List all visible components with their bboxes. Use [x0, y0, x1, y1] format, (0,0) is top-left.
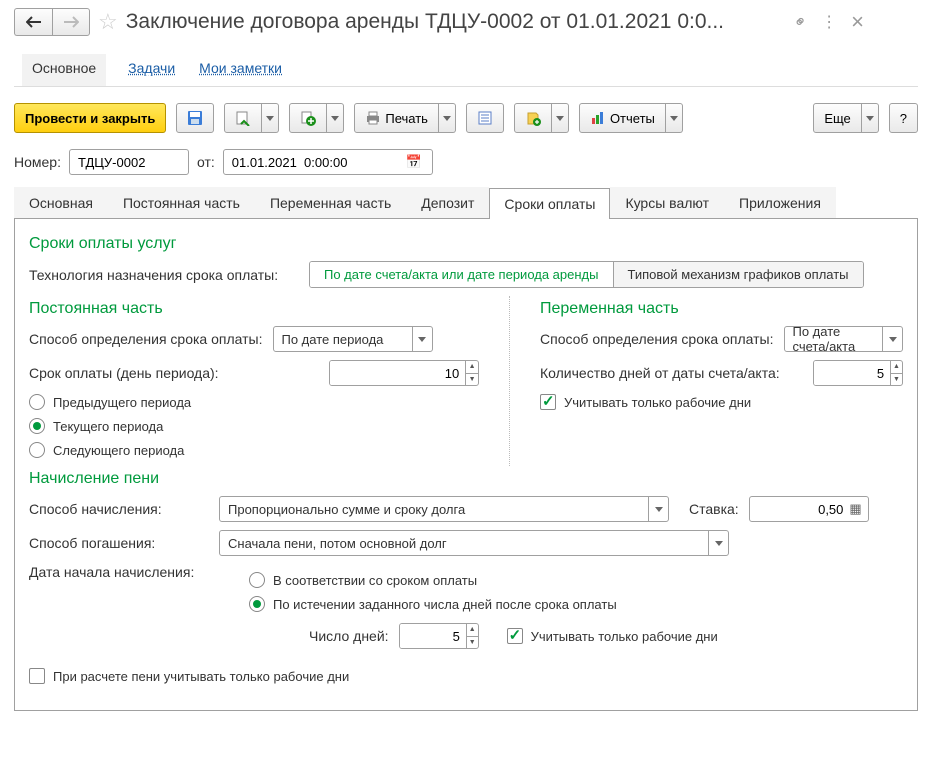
reports-dropdown[interactable]	[666, 103, 683, 133]
penalty-workdays-check[interactable]: Учитывать только рабочие дни	[507, 628, 718, 644]
spin-up[interactable]: ▲	[891, 361, 902, 374]
favorite-star-icon[interactable]: ☆	[98, 9, 118, 35]
chevron-down-icon[interactable]	[412, 327, 432, 351]
spin-down[interactable]: ▼	[891, 374, 902, 386]
number-field[interactable]	[69, 149, 189, 175]
reports-button[interactable]: Отчеты	[579, 103, 666, 133]
nav-forward-button[interactable]	[52, 8, 90, 36]
penalty-method-select[interactable]: Пропорционально сумме и сроку долга	[219, 496, 669, 522]
nav-arrows	[14, 8, 90, 36]
section-variable: Переменная часть	[540, 300, 903, 318]
print-dropdown[interactable]	[439, 103, 456, 133]
nav-back-button[interactable]	[14, 8, 52, 36]
save-button[interactable]	[176, 103, 214, 133]
radio-prev-period[interactable]: Предыдущего периода	[29, 394, 479, 410]
var-days-spinner[interactable]: ▲▼	[813, 360, 903, 386]
section-fixed: Постоянная часть	[29, 300, 479, 318]
post-and-close-button[interactable]: Провести и закрыть	[14, 103, 166, 133]
close-icon[interactable]: ×	[851, 9, 864, 35]
print-button[interactable]: Печать	[354, 103, 439, 133]
fixed-method-select[interactable]: По дате периода	[273, 326, 433, 352]
create-based-on-dropdown[interactable]	[327, 103, 344, 133]
radio-by-payment-term[interactable]: В соответствии со сроком оплаты	[249, 572, 718, 588]
page-tabs: Основная Постоянная часть Переменная час…	[14, 187, 918, 219]
spin-down[interactable]: ▼	[466, 374, 478, 386]
tab-fixed[interactable]: Постоянная часть	[108, 187, 255, 218]
var-days-label: Количество дней от даты счета/акта:	[540, 365, 803, 381]
toggle-schedule[interactable]: Типовой механизм графиков оплаты	[613, 262, 863, 287]
link-icon[interactable]: ⚭	[789, 10, 813, 34]
kebab-menu-icon[interactable]: ⋮	[821, 12, 837, 32]
form-tab-notes[interactable]: Мои заметки	[197, 54, 284, 86]
penalty-calc-workdays-check[interactable]: При расчете пени учитывать только рабочи…	[29, 668, 903, 684]
form-tab-main[interactable]: Основное	[22, 54, 106, 86]
calculator-icon[interactable]: ▦	[845, 501, 861, 517]
tab-payment-terms[interactable]: Сроки оплаты	[489, 188, 610, 219]
tab-currency[interactable]: Курсы валют	[610, 187, 724, 218]
tab-variable[interactable]: Переменная часть	[255, 187, 406, 218]
var-method-select[interactable]: По дате счета/акта	[784, 326, 904, 352]
daycount-label: Число дней:	[309, 628, 389, 644]
from-label: от:	[197, 154, 215, 170]
date-field[interactable]: 📅	[223, 149, 433, 175]
list-button[interactable]	[466, 103, 504, 133]
chevron-down-icon[interactable]	[648, 497, 668, 521]
help-button[interactable]: ?	[889, 103, 918, 133]
more-button[interactable]: Еще	[813, 103, 861, 133]
rate-field[interactable]: ▦	[749, 496, 869, 522]
tab-deposit[interactable]: Депозит	[406, 187, 489, 218]
radio-after-days[interactable]: По истечении заданного числа дней после …	[249, 596, 718, 612]
chevron-down-icon[interactable]	[708, 531, 728, 555]
spin-up[interactable]: ▲	[467, 624, 478, 637]
payment-tech-toggle: По дате счета/акта или дате периода арен…	[309, 261, 864, 288]
fixed-day-label: Срок оплаты (день периода):	[29, 365, 319, 381]
tab-basic[interactable]: Основная	[14, 187, 108, 218]
page-title: Заключение договора аренды ТДЦУ-0002 от …	[126, 10, 786, 34]
rate-label: Ставка:	[689, 501, 739, 517]
chevron-down-icon[interactable]	[882, 327, 902, 351]
daycount-spinner[interactable]: ▲▼	[399, 623, 479, 649]
attachments-dropdown[interactable]	[552, 103, 569, 133]
var-workdays-check[interactable]: Учитывать только рабочие дни	[540, 394, 903, 410]
penalty-method-label: Способ начисления:	[29, 501, 209, 517]
penalty-repay-label: Способ погашения:	[29, 535, 209, 551]
number-label: Номер:	[14, 154, 61, 170]
create-based-on-button[interactable]	[289, 103, 327, 133]
attachments-button[interactable]	[514, 103, 552, 133]
spin-down[interactable]: ▼	[467, 637, 478, 649]
toggle-by-invoice-date[interactable]: По дате счета/акта или дате периода арен…	[310, 262, 613, 287]
tech-label: Технология назначения срока оплаты:	[29, 267, 299, 283]
section-payment-terms: Сроки оплаты услуг	[29, 235, 903, 253]
radio-next-period[interactable]: Следующего периода	[29, 442, 479, 458]
calendar-icon[interactable]: 📅	[402, 154, 426, 170]
penalty-repay-select[interactable]: Сначала пени, потом основной долг	[219, 530, 729, 556]
post-dropdown-button[interactable]	[262, 103, 279, 133]
form-tab-tasks[interactable]: Задачи	[126, 54, 177, 86]
var-method-label: Способ определения срока оплаты:	[540, 331, 774, 347]
radio-current-period[interactable]: Текущего периода	[29, 418, 479, 434]
post-button[interactable]	[224, 103, 262, 133]
more-dropdown[interactable]	[862, 103, 879, 133]
penalty-startdate-label: Дата начала начисления:	[29, 564, 239, 580]
fixed-method-label: Способ определения срока оплаты:	[29, 331, 263, 347]
tab-attachments[interactable]: Приложения	[724, 187, 836, 218]
fixed-day-spinner[interactable]: ▲▼	[329, 360, 479, 386]
section-penalty: Начисление пени	[29, 470, 903, 488]
spin-up[interactable]: ▲	[466, 361, 478, 374]
